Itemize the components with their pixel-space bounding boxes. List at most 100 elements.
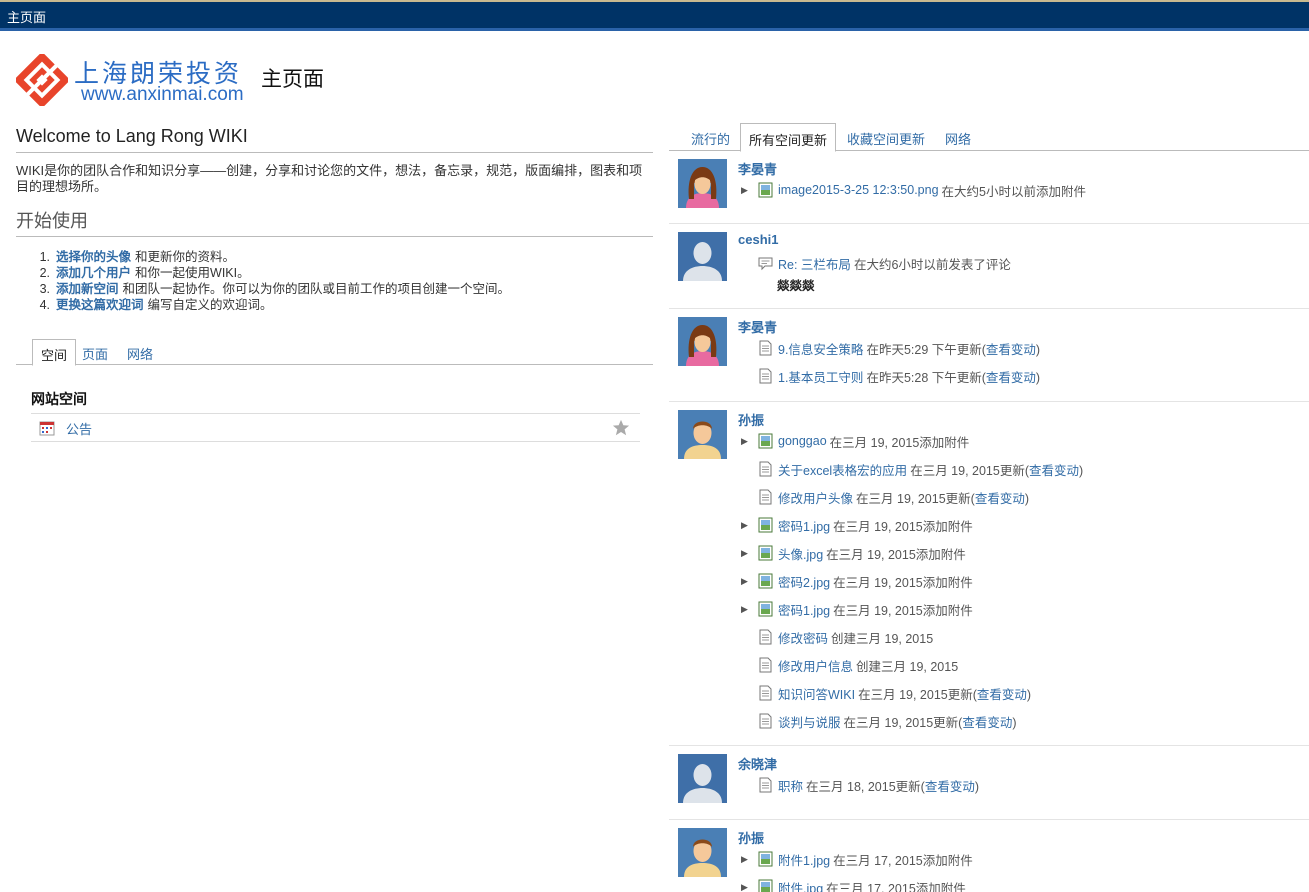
user-name-link[interactable]: 孙振	[738, 828, 764, 847]
step-item: 4. 更换这篇欢迎词 编写自定义的欢迎词。	[16, 297, 653, 313]
feed-item-meta-text: 创建三月 19, 2015	[831, 631, 934, 646]
feed-item-title[interactable]: 修改用户信息	[778, 656, 853, 675]
male-avatar[interactable]	[678, 410, 727, 459]
tab-popular[interactable]: 流行的	[683, 123, 738, 151]
feed-group: 孙振 ▶ gonggao 在三月 19, 2015添加附件 关于excel表格宏的应用在…	[669, 402, 1309, 746]
feed-item-meta: 在三月 18, 2015更新(查看变动)	[806, 776, 979, 795]
step-text: 和团队一起协作。你可以为你的团队或目前工作的项目创建一个空间。	[122, 282, 511, 296]
feed-item-title[interactable]: 修改用户头像	[778, 488, 853, 507]
default-avatar[interactable]	[678, 232, 727, 281]
feed-item-title[interactable]: 修改密码	[778, 628, 828, 647]
user-name-link[interactable]: 李晏青	[738, 159, 777, 178]
feed-item-title[interactable]: 密码2.jpg	[778, 572, 830, 591]
feed-item: Re: 三栏布局 在大约6小时以前发表了评论	[738, 253, 1011, 273]
feed-item-title[interactable]: 谈判与说服	[778, 712, 841, 731]
feed-item-meta: 在三月 19, 2015更新(查看变动)	[910, 460, 1083, 479]
tab-network[interactable]: 网络	[119, 339, 161, 365]
step-link-edit-welcome[interactable]: 更换这篇欢迎词	[56, 297, 144, 313]
feed-item-meta: 创建三月 19, 2015	[856, 656, 958, 675]
paren-close: )	[1035, 342, 1041, 357]
feed-item-title[interactable]: 头像.jpg	[778, 544, 823, 563]
view-changes-link[interactable]: 查看变动	[986, 343, 1036, 357]
expand-arrow-icon[interactable]: ▶	[738, 882, 758, 892]
tab-favorite-updates[interactable]: 收藏空间更新	[839, 123, 933, 151]
view-changes-link[interactable]: 查看变动	[986, 371, 1036, 385]
expand-arrow-icon[interactable]: ▶	[738, 185, 758, 196]
feed-item: ▶ gonggao 在三月 19, 2015添加附件	[738, 431, 969, 451]
paren-close: )	[974, 779, 979, 794]
page-title: 主页面	[261, 67, 324, 91]
feed-item-title[interactable]: image2015-3-25 12:3:50.png	[778, 183, 939, 197]
image-file-icon	[758, 601, 773, 617]
feed-item-meta-text: 在三月 19, 2015更新(	[856, 491, 975, 506]
feed-item-title[interactable]: Re: 三栏布局	[778, 254, 851, 273]
expand-arrow-icon[interactable]: ▶	[738, 854, 758, 865]
view-changes-link[interactable]: 查看变动	[925, 780, 975, 794]
feed-item-title[interactable]: 职称	[778, 776, 803, 795]
spaces-heading: 网站空间	[31, 391, 87, 407]
feed-item-title[interactable]: 9.信息安全策略	[778, 339, 863, 358]
space-list-item[interactable]: 公告	[31, 413, 640, 442]
feed-group: 李晏青 ▶ image2015-3-25 12:3:50.png 在大约5小时以前添加…	[669, 151, 1309, 224]
user-name-link[interactable]: 孙振	[738, 410, 764, 429]
feed-item-meta: 在三月 19, 2015添加附件	[830, 432, 970, 451]
feed-item-title[interactable]: 密码1.jpg	[778, 600, 830, 619]
feed-item: 1.基本员工守则 在昨天5:28 下午更新(查看变动)	[738, 366, 1040, 386]
female-avatar[interactable]	[678, 317, 727, 366]
view-changes-link[interactable]: 查看变动	[975, 492, 1025, 506]
step-link-add-space[interactable]: 添加新空间	[56, 281, 119, 297]
star-icon[interactable]	[612, 419, 630, 437]
expand-arrow-icon[interactable]: ▶	[738, 548, 758, 559]
feed-item: ▶ 密码1.jpg 在三月 19, 2015添加附件	[738, 515, 973, 535]
tab-network[interactable]: 网络	[937, 123, 979, 151]
view-changes-link[interactable]: 查看变动	[1029, 464, 1079, 478]
feed-group: 孙振 ▶ 附件1.jpg 在三月 17, 2015添加附件 ▶ 附件.jpg 在三月 17,…	[669, 820, 1309, 892]
expand-arrow-icon[interactable]: ▶	[738, 436, 758, 447]
feed-item-meta-text: 在三月 19, 2015更新(	[858, 687, 977, 702]
view-changes-link[interactable]: 查看变动	[962, 716, 1012, 730]
expand-arrow-icon[interactable]: ▶	[738, 604, 758, 615]
feed-item-title[interactable]: 知识问答WIKI	[778, 684, 855, 703]
feed-item-meta-text: 在三月 19, 2015添加附件	[826, 547, 966, 562]
feed-item-meta: 在三月 19, 2015更新(查看变动)	[858, 684, 1031, 703]
step-number: 3.	[39, 282, 50, 296]
feed-item: ▶ 密码2.jpg 在三月 19, 2015添加附件	[738, 571, 973, 591]
feed-item-title[interactable]: 附件.jpg	[778, 878, 823, 892]
view-changes-link[interactable]: 查看变动	[977, 688, 1027, 702]
feed-item-title[interactable]: gonggao	[778, 434, 827, 448]
expand-arrow-icon[interactable]: ▶	[738, 520, 758, 531]
step-link-choose-avatar[interactable]: 选择你的头像	[56, 249, 131, 265]
space-link-announcements[interactable]: 公告	[66, 419, 92, 438]
logo-url: www.anxinmai.com	[81, 84, 244, 105]
feed-item: 修改用户头像 在三月 19, 2015更新(查看变动)	[738, 487, 1029, 507]
step-link-add-users[interactable]: 添加几个用户	[56, 265, 131, 281]
female-avatar[interactable]	[678, 159, 727, 208]
male-avatar[interactable]	[678, 828, 727, 877]
feed-item-meta: 在三月 19, 2015添加附件	[833, 572, 973, 591]
feed-item-title[interactable]: 1.基本员工守则	[778, 367, 863, 386]
user-name-link[interactable]: 余晓津	[738, 754, 777, 773]
feed-item: 9.信息安全策略 在昨天5:29 下午更新(查看变动)	[738, 338, 1040, 358]
tab-all-updates[interactable]: 所有空间更新	[740, 123, 837, 152]
left-tab-bar: 空间 页面 网络	[16, 339, 653, 366]
tab-spaces[interactable]: 空间	[32, 339, 77, 366]
default-avatar[interactable]	[678, 754, 727, 803]
user-name-link[interactable]: 李晏青	[738, 317, 777, 336]
feed-item-meta-text: 创建三月 19, 2015	[856, 659, 959, 674]
feed-item-meta-text: 在大约6小时以前发表了评论	[853, 257, 1011, 272]
user-name-link[interactable]: ceshi1	[738, 232, 778, 247]
expand-arrow-icon[interactable]: ▶	[738, 576, 758, 587]
page-icon	[758, 713, 773, 729]
step-item: 3. 添加新空间 和团队一起协作。你可以为你的团队或目前工作的项目创建一个空间。	[16, 281, 653, 297]
feed-item-title[interactable]: 附件1.jpg	[778, 850, 830, 869]
site-logo[interactable]: 上海朗荣投资 www.anxinmai.com	[16, 53, 256, 109]
paren-close: )	[1035, 370, 1041, 385]
tab-pages[interactable]: 页面	[74, 339, 116, 365]
feed-item-meta: 在三月 19, 2015添加附件	[826, 544, 966, 563]
window-title-bar: 主页面	[0, 0, 1309, 31]
paren-close: )	[1012, 715, 1017, 730]
feed-item-meta: 创建三月 19, 2015	[831, 628, 933, 647]
feed-item-title[interactable]: 关于excel表格宏的应用	[778, 460, 907, 479]
feed-item-meta: 在大约5小时以前添加附件	[942, 181, 1086, 200]
feed-item-title[interactable]: 密码1.jpg	[778, 516, 830, 535]
